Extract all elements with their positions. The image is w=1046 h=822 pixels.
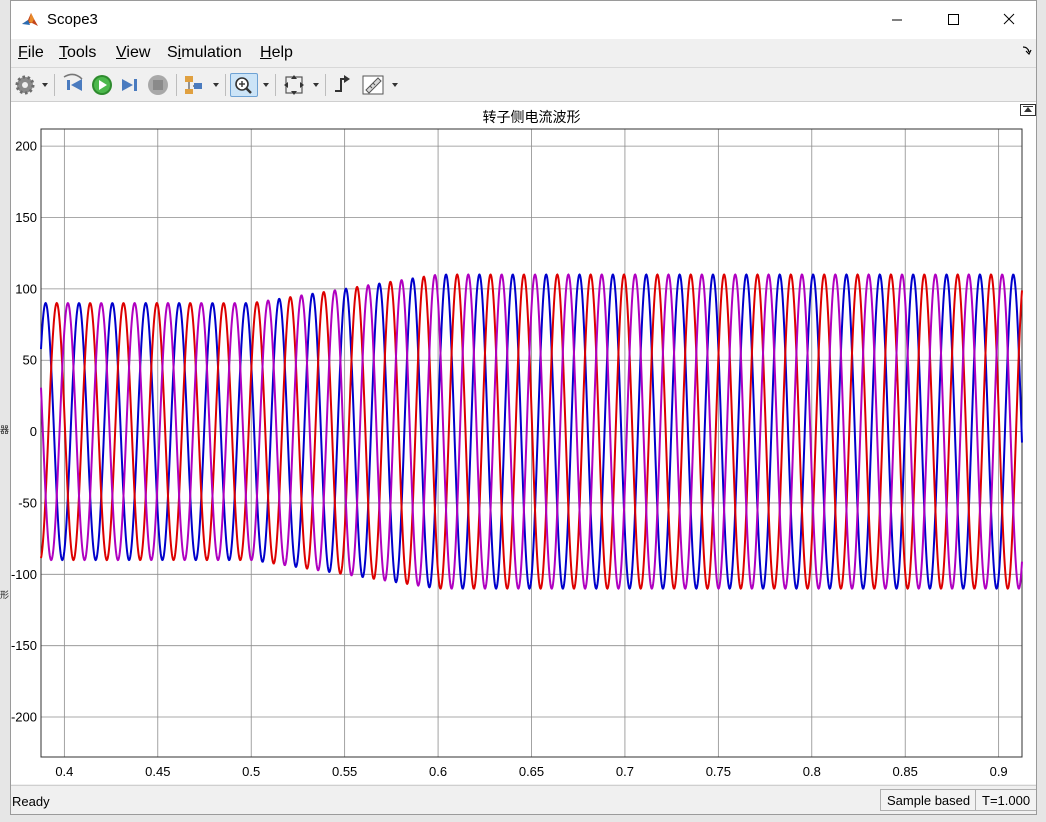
menu-file[interactable]: File	[18, 44, 44, 62]
chart-title: 转子侧电流波形	[483, 110, 581, 126]
x-tick-label: 0.65	[519, 764, 544, 779]
status-bar: Ready Sample based T=1.000	[11, 785, 1036, 814]
fit-dropdown-arrow[interactable]	[313, 83, 319, 87]
menu-bar: File Tools View Simulation Help	[11, 39, 1036, 67]
menu-help[interactable]: Help	[260, 44, 293, 62]
highlight-block-button[interactable]	[182, 73, 206, 97]
run-button[interactable]	[90, 73, 114, 97]
x-tick-label: 0.9	[990, 764, 1008, 779]
matlab-icon	[20, 10, 40, 30]
measure-dropdown-arrow[interactable]	[392, 83, 398, 87]
zoom-in-icon	[235, 77, 252, 94]
x-tick-label: 0.45	[145, 764, 170, 779]
title-bar[interactable]: Scope3	[11, 1, 1036, 39]
x-tick-label: 0.85	[893, 764, 918, 779]
gear-icon	[15, 75, 35, 95]
triggers-button[interactable]	[331, 73, 355, 97]
toolbar-separator	[176, 74, 177, 96]
stop-button[interactable]	[146, 73, 170, 97]
x-tick-label: 0.7	[616, 764, 634, 779]
y-tick-label: -150	[11, 638, 37, 653]
x-tick-label: 0.5	[242, 764, 260, 779]
toolbar-separator	[275, 74, 276, 96]
dock-arrow-icon[interactable]	[1022, 45, 1032, 55]
window-title: Scope3	[47, 11, 98, 28]
simulation-time: T=1.000	[975, 789, 1036, 811]
toolbar	[11, 67, 1036, 102]
menu-view[interactable]: View	[116, 44, 150, 62]
x-tick-label: 0.75	[706, 764, 731, 779]
scope-plot[interactable]: 0.4 0.45 0.5 0.55 0.6 0.65 0.7 0.75 0.8 0.85 0.9 -2…	[11, 102, 1036, 784]
measure-button[interactable]	[361, 73, 385, 97]
fit-to-view-icon	[284, 75, 304, 95]
y-tick-label: 0	[30, 424, 37, 439]
y-tick-label: -200	[11, 710, 37, 725]
zoom-in-button[interactable]	[230, 73, 258, 97]
sample-mode-indicator: Sample based	[880, 789, 978, 811]
y-tick-label: -100	[11, 567, 37, 582]
step-back-button[interactable]	[62, 73, 86, 97]
plot-area: 0.4 0.45 0.5 0.55 0.6 0.65 0.7 0.75 0.8 0.85 0.9 -2…	[11, 102, 1036, 784]
step-forward-icon	[122, 79, 137, 91]
highlight-dropdown-arrow[interactable]	[213, 83, 219, 87]
fit-to-view-button[interactable]	[282, 73, 306, 97]
maximize-button[interactable]	[930, 1, 976, 39]
minimize-button[interactable]	[874, 1, 920, 39]
close-button[interactable]	[986, 1, 1032, 39]
background-fragment: 形	[0, 590, 10, 600]
toolbar-separator	[54, 74, 55, 96]
zoom-dropdown-arrow[interactable]	[263, 83, 269, 87]
y-tick-label: 200	[15, 139, 37, 154]
status-ready: Ready	[12, 794, 50, 809]
y-tick-label: 100	[15, 281, 37, 296]
background-fragment: 器	[0, 425, 10, 435]
scope-window: Scope3 File Tools View Simulation Help 0…	[10, 0, 1037, 815]
configuration-dropdown-arrow[interactable]	[42, 83, 48, 87]
x-tick-label: 0.8	[803, 764, 821, 779]
x-tick-label: 0.6	[429, 764, 447, 779]
menu-simulation[interactable]: Simulation	[167, 44, 242, 62]
maximize-icon	[948, 14, 959, 25]
restore-layout-icon[interactable]	[1020, 104, 1036, 116]
highlight-block-icon	[185, 76, 202, 94]
step-back-icon	[63, 73, 83, 91]
menu-tools[interactable]: Tools	[59, 44, 96, 62]
measure-icon	[362, 75, 384, 95]
y-tick-label: 150	[15, 210, 37, 225]
toolbar-separator	[225, 74, 226, 96]
x-tick-label: 0.4	[55, 764, 73, 779]
toolbar-separator	[325, 74, 326, 96]
close-icon	[1003, 13, 1015, 25]
minimize-icon	[892, 19, 902, 21]
triggers-icon	[335, 75, 350, 92]
y-tick-label: -50	[18, 495, 37, 510]
configuration-button[interactable]	[13, 73, 37, 97]
step-forward-button[interactable]	[118, 73, 142, 97]
x-tick-label: 0.55	[332, 764, 357, 779]
run-icon	[92, 75, 112, 95]
stop-icon	[148, 75, 168, 95]
y-tick-label: 50	[23, 353, 37, 368]
